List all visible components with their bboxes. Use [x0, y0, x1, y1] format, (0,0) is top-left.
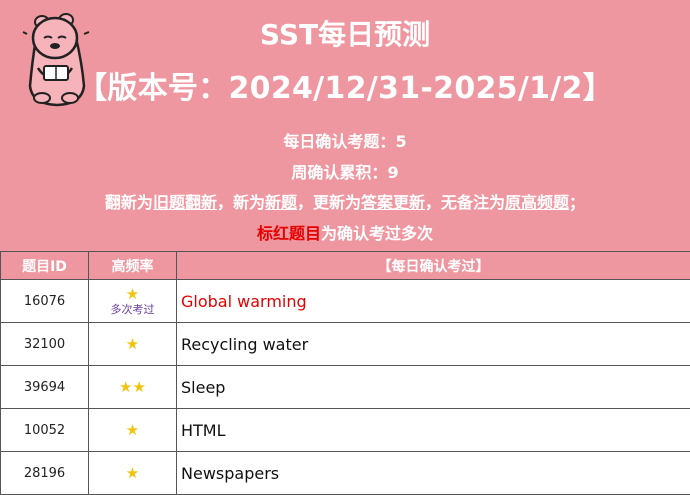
legend-line: 翻新为旧题翻新，新为新题，更新为答案更新，无备注为原高频题；: [0, 189, 690, 213]
star-rating: ★★: [119, 377, 146, 396]
star-rating: ★: [125, 463, 140, 482]
question-id: 16076: [0, 279, 89, 323]
column-header-frequency: 高频率: [88, 251, 177, 280]
table-row: 28196 ★ Newspapers: [0, 451, 690, 495]
table-header-row: 题目ID 高频率 【每日确认考过】: [0, 251, 690, 280]
star-rating: ★: [125, 284, 140, 303]
legend-text: ，新为: [216, 193, 265, 212]
question-table: 题目ID 高频率 【每日确认考过】 16076 ★ 多次考过 Global wa…: [0, 251, 690, 495]
star-rating: ★: [125, 420, 140, 439]
legend-refresh-term: 旧题翻新: [152, 193, 217, 212]
column-header-confirmed: 【每日确认考过】: [176, 251, 690, 280]
legend-text: ；: [569, 193, 586, 212]
question-topic: HTML: [176, 408, 690, 452]
frequency-cell: ★★: [88, 365, 177, 409]
frequency-cell: ★: [88, 322, 177, 366]
page: SST每日预测 【版本号：2024/12/31-2025/1/2】 每日确认考题…: [0, 0, 690, 495]
table-row: 10052 ★ HTML: [0, 408, 690, 452]
table-row: 39694 ★★ Sleep: [0, 365, 690, 409]
table-row: 16076 ★ 多次考过 Global warming: [0, 279, 690, 323]
daily-count-value: 5: [395, 132, 407, 151]
frequency-note: 多次考过: [110, 302, 155, 316]
question-id: 28196: [0, 451, 89, 495]
table-row: 32100 ★ Recycling water: [0, 322, 690, 366]
column-header-id: 题目ID: [0, 251, 89, 280]
frequency-cell: ★: [88, 451, 177, 495]
frequency-cell: ★: [88, 408, 177, 452]
red-note-suffix: 为确认考过多次: [321, 224, 434, 243]
question-id: 10052: [0, 408, 89, 452]
daily-count-label: 每日确认考题：: [283, 132, 396, 151]
question-topic: Sleep: [176, 365, 690, 409]
header-banner: SST每日预测 【版本号：2024/12/31-2025/1/2】 每日确认考题…: [0, 0, 690, 251]
legend-text: 翻新为: [104, 193, 153, 212]
legend-original-term: 原高频题: [505, 193, 570, 212]
question-id: 39694: [0, 365, 89, 409]
page-title: SST每日预测: [259, 18, 431, 51]
weekly-confirmed-count: 周确认累积：9: [0, 159, 690, 183]
legend-text: ，更新为: [296, 193, 361, 212]
weekly-count-label: 周确认累积：: [291, 163, 388, 182]
question-topic: Newspapers: [176, 451, 690, 495]
legend-update-term: 答案更新: [361, 193, 426, 212]
legend-new-term: 新题: [264, 193, 297, 212]
version-label: 【版本号：2024/12/31-2025/1/2】: [76, 71, 613, 106]
question-topic: Global warming: [176, 279, 690, 323]
question-id: 32100: [0, 322, 89, 366]
legend-text: ，无备注为: [425, 193, 506, 212]
question-topic: Recycling water: [176, 322, 690, 366]
daily-confirmed-count: 每日确认考题：5: [0, 128, 690, 152]
star-rating: ★: [125, 334, 140, 353]
red-note-highlight: 标红题目: [256, 224, 321, 243]
frequency-cell: ★ 多次考过: [88, 279, 177, 323]
weekly-count-value: 9: [387, 163, 399, 182]
red-note-line: 标红题目为确认考过多次: [0, 220, 690, 244]
